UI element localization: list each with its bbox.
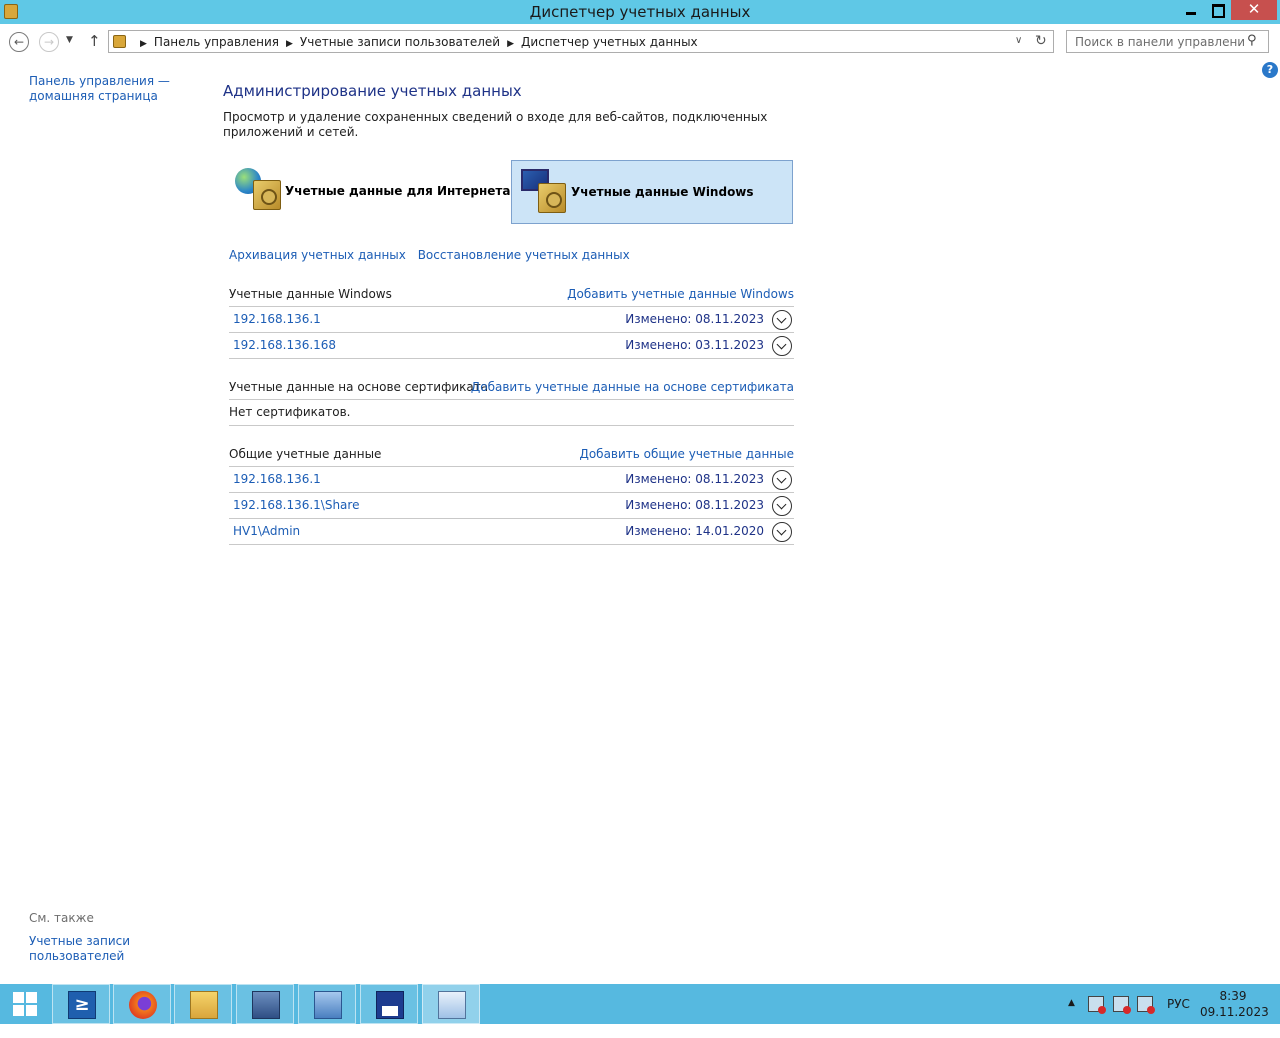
credential-row[interactable]: 192.168.136.1 Изменено: 08.11.2023 [229,467,794,493]
section-heading: Учетные данные Windows [229,287,392,301]
taskbar-file-explorer[interactable] [174,984,232,1024]
breadcrumb-credential-manager[interactable]: Диспетчер учетных данных [521,35,698,49]
taskbar-firefox[interactable] [113,984,171,1024]
show-hidden-icons-icon[interactable]: ▲ [1068,998,1075,1038]
navigation-bar: ← → ▼ ↑ ▶ Панель управления ▶ Учетные запис… [0,24,1280,60]
credential-row[interactable]: 192.168.136.1 Изменено: 08.11.2023 [229,307,794,333]
taskbar-powershell[interactable]: ≥ [52,984,110,1024]
server-manager-icon [252,991,280,1019]
empty-row: Нет сертификатов. [229,400,794,426]
network-icon [314,991,342,1019]
credential-name[interactable]: 192.168.136.1 [233,312,321,326]
expand-chevron-icon[interactable] [772,522,792,542]
breadcrumb: ▶ Панель управления ▶ Учетные записи пользо… [133,35,698,49]
address-bar[interactable]: ▶ Панель управления ▶ Учетные записи пользо… [108,30,1054,53]
close-button[interactable]: ✕ [1231,0,1277,20]
start-button[interactable] [0,984,50,1024]
see-also-heading: См. также [29,911,94,925]
search-input[interactable] [1067,31,1245,52]
credential-name[interactable]: 192.168.136.168 [233,338,336,352]
firefox-icon [129,991,157,1019]
modified-date: Изменено: 08.11.2023 [625,312,764,326]
breadcrumb-user-accounts[interactable]: Учетные записи пользователей [300,35,500,49]
credential-row[interactable]: HV1\Admin Изменено: 14.01.2020 [229,519,794,545]
minimize-button[interactable] [1178,0,1204,20]
taskbar-server-manager[interactable] [236,984,294,1024]
expand-chevron-icon[interactable] [772,336,792,356]
control-panel-home-link[interactable]: Панель управления — домашняя страница [29,74,179,104]
section-heading: Общие учетные данные [229,447,382,461]
window-title: Диспетчер учетных данных [529,3,751,21]
backup-credentials-link[interactable]: Архивация учетных данных [229,248,406,262]
taskbar-control-panel[interactable] [422,984,480,1024]
web-credentials-tile[interactable]: Учетные данные для Интернета [229,160,511,224]
expand-chevron-icon[interactable] [772,310,792,330]
action-center-icon[interactable] [1137,996,1155,1014]
control-panel-icon [438,991,466,1019]
page-title: Администрирование учетных данных [223,82,522,100]
powershell-icon: ≥ [68,991,96,1019]
address-history-dropdown[interactable]: ∨ [1015,35,1022,46]
expand-chevron-icon[interactable] [772,496,792,516]
taskbar-backup-app[interactable] [360,984,418,1024]
clock[interactable]: 8:39 09.11.2023 [1200,988,1269,1028]
certificate-credentials-section: Учетные данные на основе сертификата Доб… [229,380,794,426]
windows-logo-icon [13,1005,24,1016]
user-accounts-link[interactable]: Учетные записи пользователей [29,934,149,964]
breadcrumb-separator-icon[interactable]: ▶ [286,39,293,49]
credential-row[interactable]: 192.168.136.168 Изменено: 03.11.2023 [229,333,794,359]
recent-locations-dropdown[interactable]: ▼ [66,35,73,45]
backup-restore-links: Архивация учетных данных Восстановление … [229,248,638,262]
windows-credentials-section: Учетные данные Windows Добавить учетные … [229,287,794,359]
breadcrumb-separator-icon[interactable]: ▶ [140,39,147,49]
up-button[interactable]: ↑ [88,32,101,50]
credential-name[interactable]: 192.168.136.1 [233,472,321,486]
modified-date: Изменено: 03.11.2023 [625,338,764,352]
section-heading: Учетные данные на основе сертификата [229,380,489,394]
vault-icon [538,183,566,213]
generic-credentials-section: Общие учетные данные Добавить общие учет… [229,447,794,545]
vault-icon [253,180,281,210]
restore-credentials-link[interactable]: Восстановление учетных данных [418,248,630,262]
control-panel-icon [113,35,126,48]
credential-row[interactable]: 192.168.136.1\Share Изменено: 08.11.2023 [229,493,794,519]
web-credentials-label: Учетные данные для Интернета [285,184,511,198]
page-description: Просмотр и удаление сохраненных сведений… [223,110,768,139]
volume-muted-icon[interactable] [1088,996,1106,1014]
modified-date: Изменено: 14.01.2020 [625,524,764,538]
taskbar: ≥ ▲ РУС 8:39 09.11.2023 [0,984,1280,1024]
add-generic-credential-link[interactable]: Добавить общие учетные данные [579,447,794,461]
windows-logo-icon [13,992,24,1003]
search-box[interactable]: ⚲ [1066,30,1269,53]
taskbar-network-app[interactable] [298,984,356,1024]
credential-name[interactable]: HV1\Admin [233,524,300,538]
network-status-icon[interactable] [1113,996,1131,1014]
windows-credentials-tile[interactable]: Учетные данные Windows [511,160,793,224]
breadcrumb-control-panel[interactable]: Панель управления [154,35,279,49]
floppy-disk-icon [376,991,404,1019]
expand-chevron-icon[interactable] [772,470,792,490]
no-certificates-text: Нет сертификатов. [229,405,351,419]
clock-time: 8:39 [1219,989,1247,1003]
modified-date: Изменено: 08.11.2023 [625,472,764,486]
language-indicator[interactable]: РУС [1167,997,1190,1037]
windows-logo-icon [26,1005,37,1016]
refresh-icon[interactable]: ↻ [1035,33,1047,49]
modified-date: Изменено: 08.11.2023 [625,498,764,512]
breadcrumb-separator-icon[interactable]: ▶ [507,39,514,49]
search-icon[interactable]: ⚲ [1247,33,1257,48]
clock-date: 09.11.2023 [1200,1005,1269,1019]
windows-credentials-label: Учетные данные Windows [571,185,754,199]
restore-button[interactable] [1204,0,1230,20]
credential-name[interactable]: 192.168.136.1\Share [233,498,359,512]
help-icon[interactable]: ? [1262,62,1278,78]
forward-button[interactable]: → [39,32,59,52]
back-button[interactable]: ← [9,32,29,52]
folder-icon [190,991,218,1019]
add-windows-credential-link[interactable]: Добавить учетные данные Windows [567,287,794,301]
title-bar: Диспетчер учетных данных ✕ [0,0,1280,24]
windows-logo-icon [26,992,37,1003]
add-certificate-credential-link[interactable]: Добавить учетные данные на основе сертиф… [471,380,794,394]
